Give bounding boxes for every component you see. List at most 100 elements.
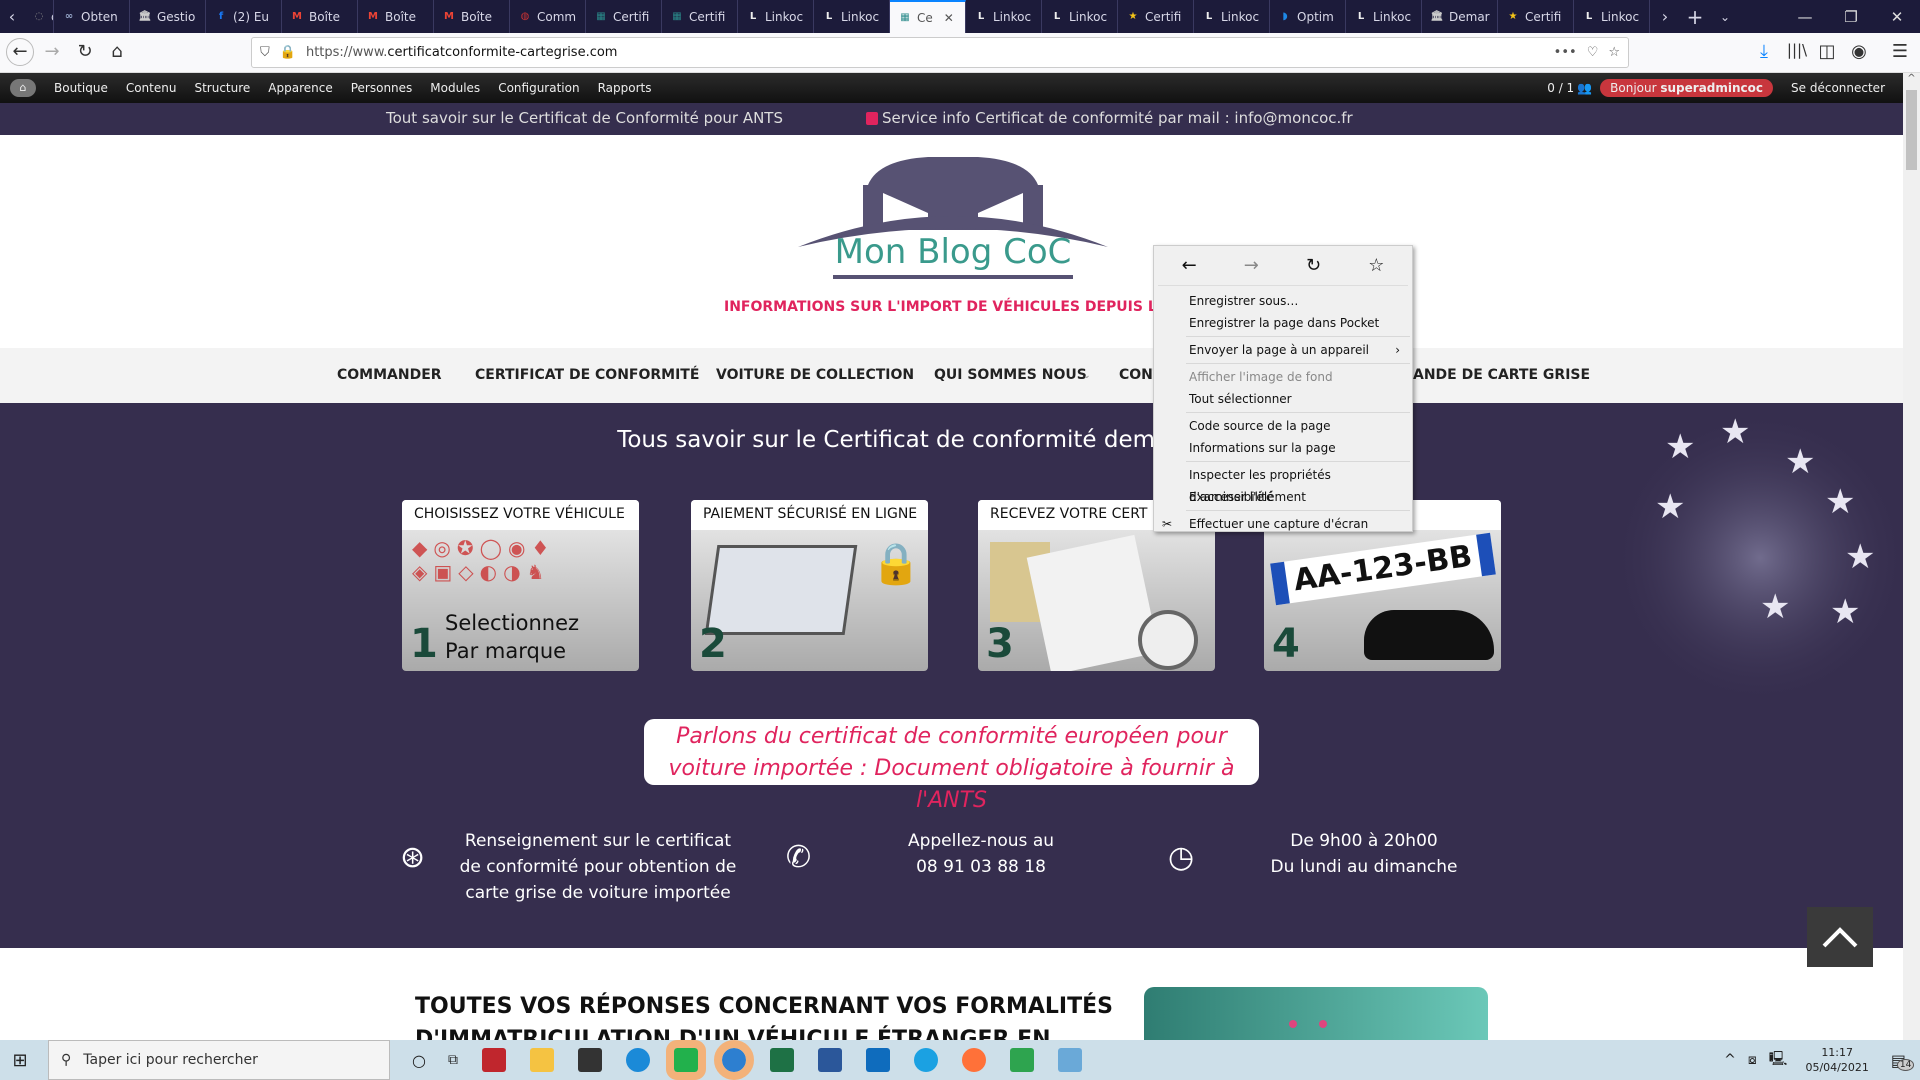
- network-icon[interactable]: 🖳: [1769, 1048, 1788, 1072]
- browser-tab[interactable]: L Linkoc: [1574, 0, 1650, 33]
- menu-item-certificat[interactable]: CERTIFICAT DE CONFORMITÉ: [475, 367, 699, 383]
- ctx-bookmark-button[interactable]: ☆: [1368, 255, 1384, 276]
- taskbar-app-co[interactable]: [913, 1048, 938, 1072]
- menu-item-commander[interactable]: COMMANDER: [337, 367, 442, 383]
- hamburger-menu-icon[interactable]: ☰: [1888, 41, 1912, 62]
- home-button[interactable]: ⌂: [105, 41, 129, 62]
- ctx-page-info[interactable]: Informations sur la page: [1154, 437, 1412, 459]
- browser-tab[interactable]: ∞ Obten: [54, 0, 130, 33]
- ctx-send-to-device[interactable]: Envoyer la page à un appareil ›: [1154, 339, 1412, 361]
- downloads-icon[interactable]: ⤓: [1752, 41, 1776, 62]
- cortana-icon[interactable]: ○: [412, 1051, 426, 1070]
- admin-menu-item[interactable]: Boutique: [54, 81, 108, 95]
- forward-button[interactable]: →: [40, 41, 64, 62]
- lock-icon[interactable]: 🔒: [280, 45, 296, 60]
- taskbar-app-store[interactable]: [577, 1048, 602, 1072]
- admin-menu-item[interactable]: Personnes: [351, 81, 413, 95]
- top-info-link[interactable]: Tout savoir sur le Certificat de Conform…: [386, 109, 783, 127]
- browser-tab[interactable]: 🏛 Demar: [1422, 0, 1498, 33]
- browser-tab[interactable]: L Linkoc: [738, 0, 814, 33]
- ctx-inspect-accessibility[interactable]: Inspecter les propriétés d'accessibilité: [1154, 464, 1412, 504]
- ctx-inspect-element[interactable]: Examiner l'élément: [1154, 486, 1412, 508]
- browser-tab[interactable]: L Linkoc: [1194, 0, 1270, 33]
- scroll-up-arrow[interactable]: ^: [1903, 73, 1920, 84]
- admin-menu-item[interactable]: Configuration: [498, 81, 579, 95]
- browser-tab[interactable]: ▦ Certifi: [586, 0, 662, 33]
- account-icon[interactable]: ◉: [1847, 41, 1871, 62]
- scrollbar-thumb[interactable]: [1906, 90, 1917, 170]
- taskbar-app-blue[interactable]: [713, 1040, 754, 1080]
- taskbar-app-control[interactable]: [1057, 1048, 1082, 1072]
- back-button[interactable]: ←: [6, 38, 34, 66]
- tab-list-button[interactable]: ⌄: [1710, 10, 1740, 24]
- logout-link[interactable]: Se déconnecter: [1791, 81, 1885, 95]
- menu-item-demande-carte-grise[interactable]: ANDE DE CARTE GRISE: [1413, 367, 1590, 383]
- chevron-up-tray-icon[interactable]: ^: [1724, 1052, 1736, 1068]
- ctx-screenshot[interactable]: ✂ Effectuer une capture d'écran: [1154, 513, 1412, 535]
- new-tab-button[interactable]: +: [1680, 5, 1710, 29]
- tabs-scroll-left-button[interactable]: ‹: [0, 7, 24, 26]
- browser-tab[interactable]: ★ Certifi: [1118, 0, 1194, 33]
- close-tab-icon[interactable]: ✕: [944, 11, 954, 25]
- page-actions-icon[interactable]: •••: [1554, 45, 1577, 60]
- library-icon[interactable]: |||\: [1785, 41, 1809, 59]
- taskbar-app-green2[interactable]: [1009, 1048, 1034, 1072]
- taskbar-search-box[interactable]: ⚲ Taper ici pour rechercher: [48, 1040, 390, 1080]
- admin-menu-item[interactable]: Modules: [430, 81, 480, 95]
- browser-tab[interactable]: M Boîte: [358, 0, 434, 33]
- taskbar-app-excel[interactable]: [769, 1048, 794, 1072]
- tabs-scroll-right-button[interactable]: ›: [1650, 7, 1680, 26]
- step-card-2[interactable]: PAIEMENT SÉCURISÉ EN LIGNE 🔒 2: [691, 500, 928, 671]
- windows-start-icon[interactable]: ⊞: [0, 1050, 40, 1071]
- ctx-view-source[interactable]: Code source de la page: [1154, 415, 1412, 437]
- restore-button[interactable]: ❐: [1828, 8, 1874, 26]
- admin-menu-item[interactable]: Apparence: [268, 81, 332, 95]
- shield-icon[interactable]: ⛉: [260, 45, 270, 60]
- ctx-back-button[interactable]: ←: [1182, 255, 1197, 276]
- browser-tab[interactable]: M Boîte: [282, 0, 358, 33]
- browser-tab[interactable]: ▦ Ce ✕: [890, 0, 966, 33]
- browser-tab[interactable]: ★ Certifi: [1498, 0, 1574, 33]
- browser-tab[interactable]: ◗ Optim: [1270, 0, 1346, 33]
- menu-item-qui-sommes-nous[interactable]: QUI SOMMES NOUS: [934, 367, 1087, 383]
- sidebar-icon[interactable]: ◫: [1815, 41, 1839, 62]
- site-logo[interactable]: Mon Blog CoC: [798, 155, 1108, 290]
- taskbar-app-firefox[interactable]: [961, 1048, 986, 1072]
- ctx-save-pocket[interactable]: Enregistrer la page dans Pocket: [1154, 312, 1412, 334]
- task-view-icon[interactable]: ⧉: [448, 1052, 458, 1068]
- browser-tab[interactable]: L Linkoc: [1346, 0, 1422, 33]
- browser-tab[interactable]: L Linkoc: [1042, 0, 1118, 33]
- browser-tab[interactable]: L Linkoc: [966, 0, 1042, 33]
- camera-icon[interactable]: ⧇: [1748, 1052, 1757, 1068]
- admin-menu-item[interactable]: Structure: [194, 81, 250, 95]
- taskbar-clock[interactable]: 11:17 05/04/2021: [1805, 1045, 1868, 1075]
- ctx-save-as[interactable]: Enregistrer sous…: [1154, 290, 1412, 312]
- admin-menu-item[interactable]: Rapports: [598, 81, 652, 95]
- browser-tab[interactable]: ◍ Comm: [510, 0, 586, 33]
- taskbar-app-mail[interactable]: [865, 1048, 890, 1072]
- admin-menu-item[interactable]: Contenu: [126, 81, 177, 95]
- ctx-select-all[interactable]: Tout sélectionner: [1154, 388, 1412, 410]
- top-info-email[interactable]: Service info Certificat de conformité pa…: [882, 109, 1353, 127]
- admin-home-icon[interactable]: ⌂: [10, 79, 36, 97]
- scroll-to-top-button[interactable]: [1807, 907, 1873, 967]
- close-window-button[interactable]: ✕: [1874, 8, 1920, 26]
- taskbar-app-word[interactable]: [817, 1048, 842, 1072]
- taskbar-app-file-explorer[interactable]: [529, 1048, 554, 1072]
- browser-tab[interactable]: 🏛 Gestio: [130, 0, 206, 33]
- browser-tab[interactable]: f (2) Eu: [206, 0, 282, 33]
- taskbar-app-edge[interactable]: [625, 1048, 650, 1072]
- minimize-button[interactable]: —: [1782, 8, 1828, 26]
- reload-button[interactable]: ↻: [73, 41, 97, 62]
- browser-tab[interactable]: ▦ Certifi: [662, 0, 738, 33]
- url-bar[interactable]: ⛉ 🔒 https://www.certificatconformite-car…: [251, 37, 1629, 68]
- bookmark-star-icon[interactable]: ☆: [1608, 45, 1620, 60]
- browser-tab[interactable]: M Boîte: [434, 0, 510, 33]
- browser-tab[interactable]: L Linkoc: [814, 0, 890, 33]
- page-scrollbar[interactable]: ^: [1903, 73, 1920, 1040]
- taskbar-app-gift[interactable]: [481, 1048, 506, 1072]
- ctx-forward-button[interactable]: →: [1244, 255, 1259, 276]
- menu-item-voiture-collection[interactable]: VOITURE DE COLLECTION: [716, 367, 914, 383]
- browser-tab[interactable]: ◌coc: [24, 0, 54, 33]
- phone-number[interactable]: 08 91 03 88 18: [861, 854, 1101, 880]
